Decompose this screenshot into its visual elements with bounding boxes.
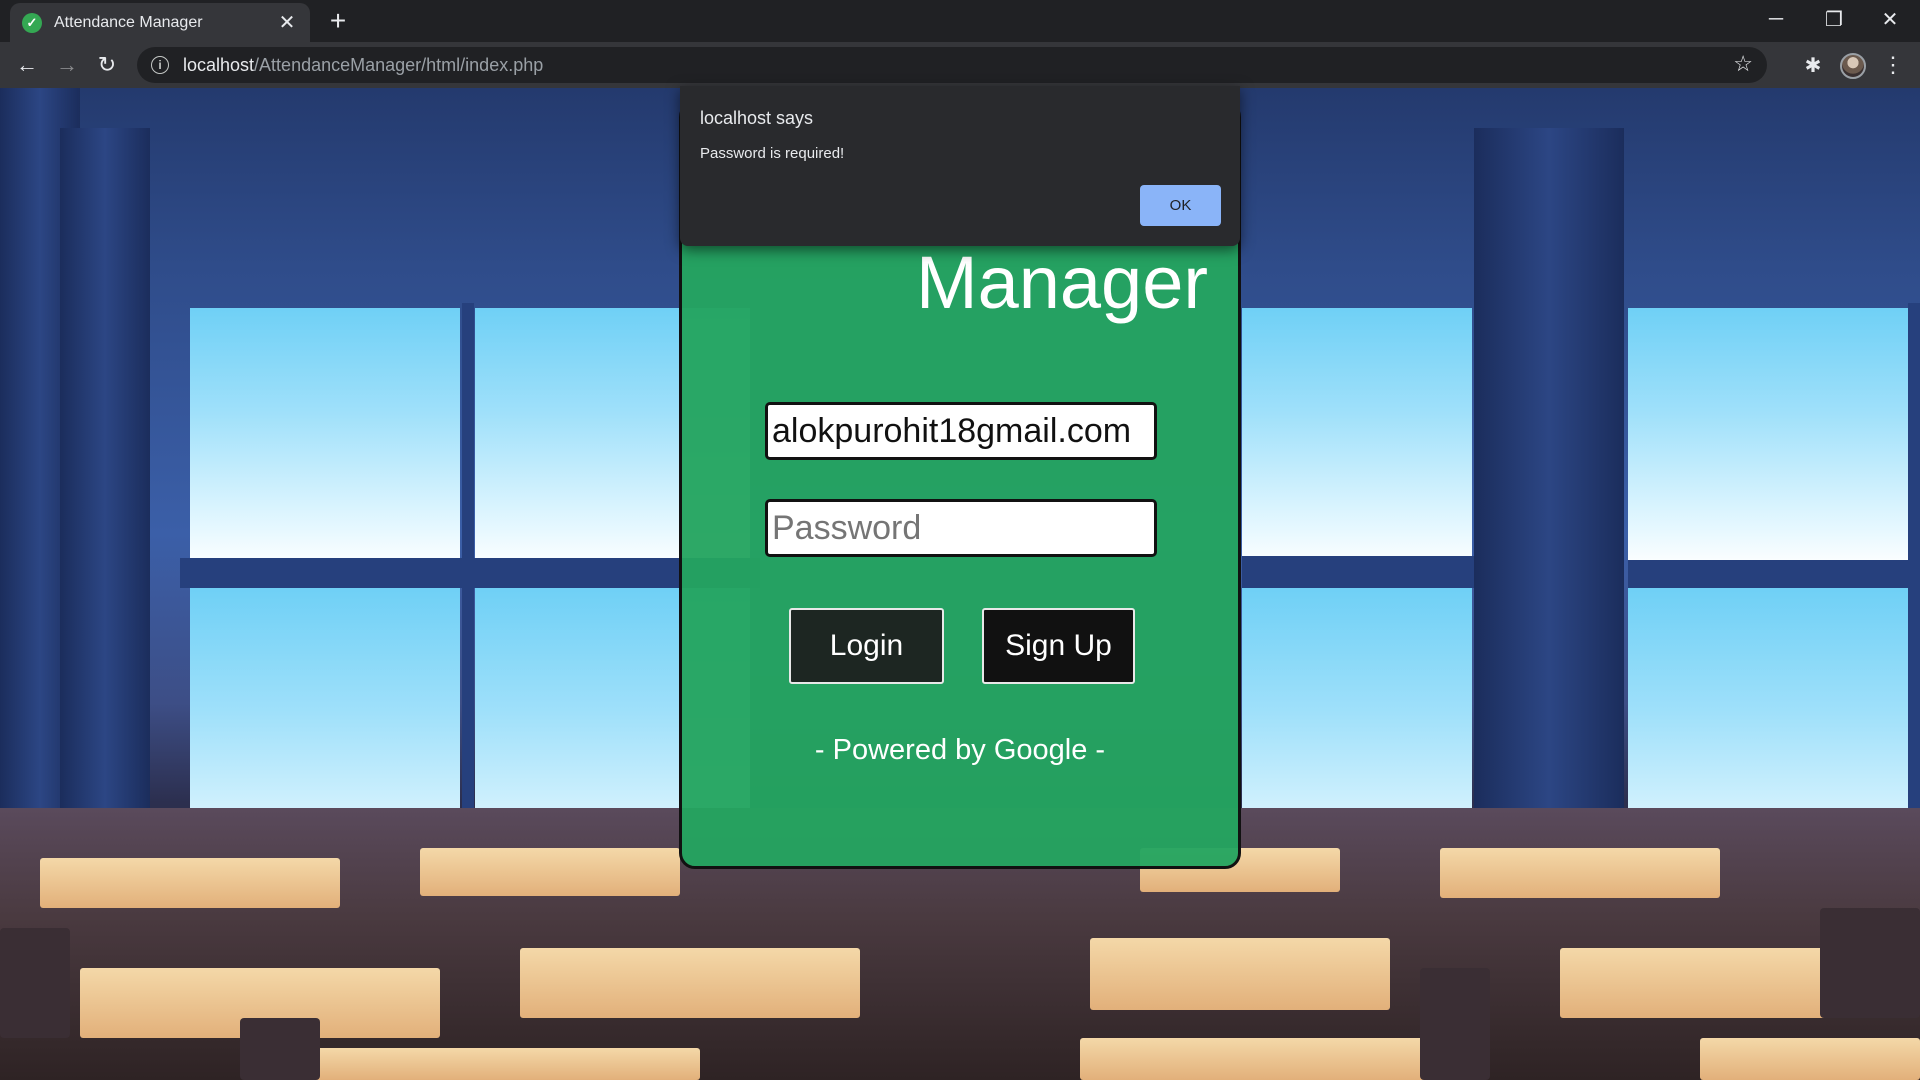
bg-desk (40, 858, 340, 908)
new-tab-button[interactable]: + (322, 5, 354, 37)
bg-desk (1700, 1038, 1920, 1080)
bg-window (190, 308, 460, 568)
bg-desk (1080, 1038, 1460, 1080)
powered-by-text: - Powered by Google - (814, 734, 1106, 766)
bg-chair (1420, 968, 1490, 1080)
minimize-button[interactable]: ─ (1748, 0, 1804, 38)
bg-desk (1560, 948, 1860, 1018)
info-icon[interactable]: i (151, 56, 169, 74)
window-close-button[interactable]: ✕ (1862, 0, 1918, 38)
bg-desk (1090, 938, 1390, 1010)
url-text: localhost/AttendanceManager/html/index.p… (183, 55, 543, 76)
url-path: /AttendanceManager/html/index.php (254, 54, 544, 75)
bg-desk (1440, 848, 1720, 898)
bg-chair (240, 1018, 320, 1080)
check-circle-icon: ✓ (22, 12, 42, 33)
tab-strip: ✓ Attendance Manager ✕ + ─ ❐ ✕ (0, 0, 1920, 42)
url-host: localhost (183, 54, 255, 75)
page-title: Manager (915, 241, 1208, 324)
signup-button[interactable]: Sign Up (982, 608, 1135, 684)
bg-chair (0, 928, 70, 1038)
bg-window (1628, 308, 1908, 568)
email-field[interactable] (765, 402, 1157, 460)
forward-button[interactable]: → (50, 48, 84, 82)
alert-dialog: localhost says Password is required! OK (680, 86, 1240, 246)
bg-desk (520, 948, 860, 1018)
dialog-title: localhost says (700, 108, 814, 128)
menu-icon[interactable]: ⋮ (1878, 48, 1908, 82)
extensions-icon[interactable]: ✱ (1796, 48, 1830, 82)
password-field[interactable] (765, 499, 1157, 557)
restore-button[interactable]: ❐ (1806, 0, 1862, 38)
bg-window (1242, 308, 1472, 568)
bg-window-frame (1628, 560, 1920, 588)
back-button[interactable]: ← (10, 48, 44, 82)
address-bar[interactable]: i localhost/AttendanceManager/html/index… (137, 47, 1767, 83)
profile-avatar[interactable] (1840, 53, 1866, 79)
bg-window-frame (1242, 556, 1474, 588)
tab-close-icon[interactable]: ✕ (276, 10, 298, 35)
ok-button[interactable]: OK (1140, 185, 1221, 226)
browser-toolbar: ← → ↻ i localhost/AttendanceManager/html… (0, 42, 1920, 88)
bg-pillar (1474, 128, 1624, 828)
bookmark-star-icon[interactable]: ☆ (1733, 51, 1753, 77)
bg-chair (1820, 908, 1920, 1018)
tab-title: Attendance Manager (54, 13, 203, 31)
bg-desk (280, 1048, 700, 1080)
tab-attendance-manager[interactable]: ✓ Attendance Manager ✕ (10, 3, 310, 42)
bg-desk (420, 848, 680, 896)
login-button[interactable]: Login (789, 608, 944, 684)
reload-button[interactable]: ↻ (90, 48, 124, 82)
dialog-message: Password is required! (700, 145, 845, 162)
bg-pillar (60, 128, 150, 828)
